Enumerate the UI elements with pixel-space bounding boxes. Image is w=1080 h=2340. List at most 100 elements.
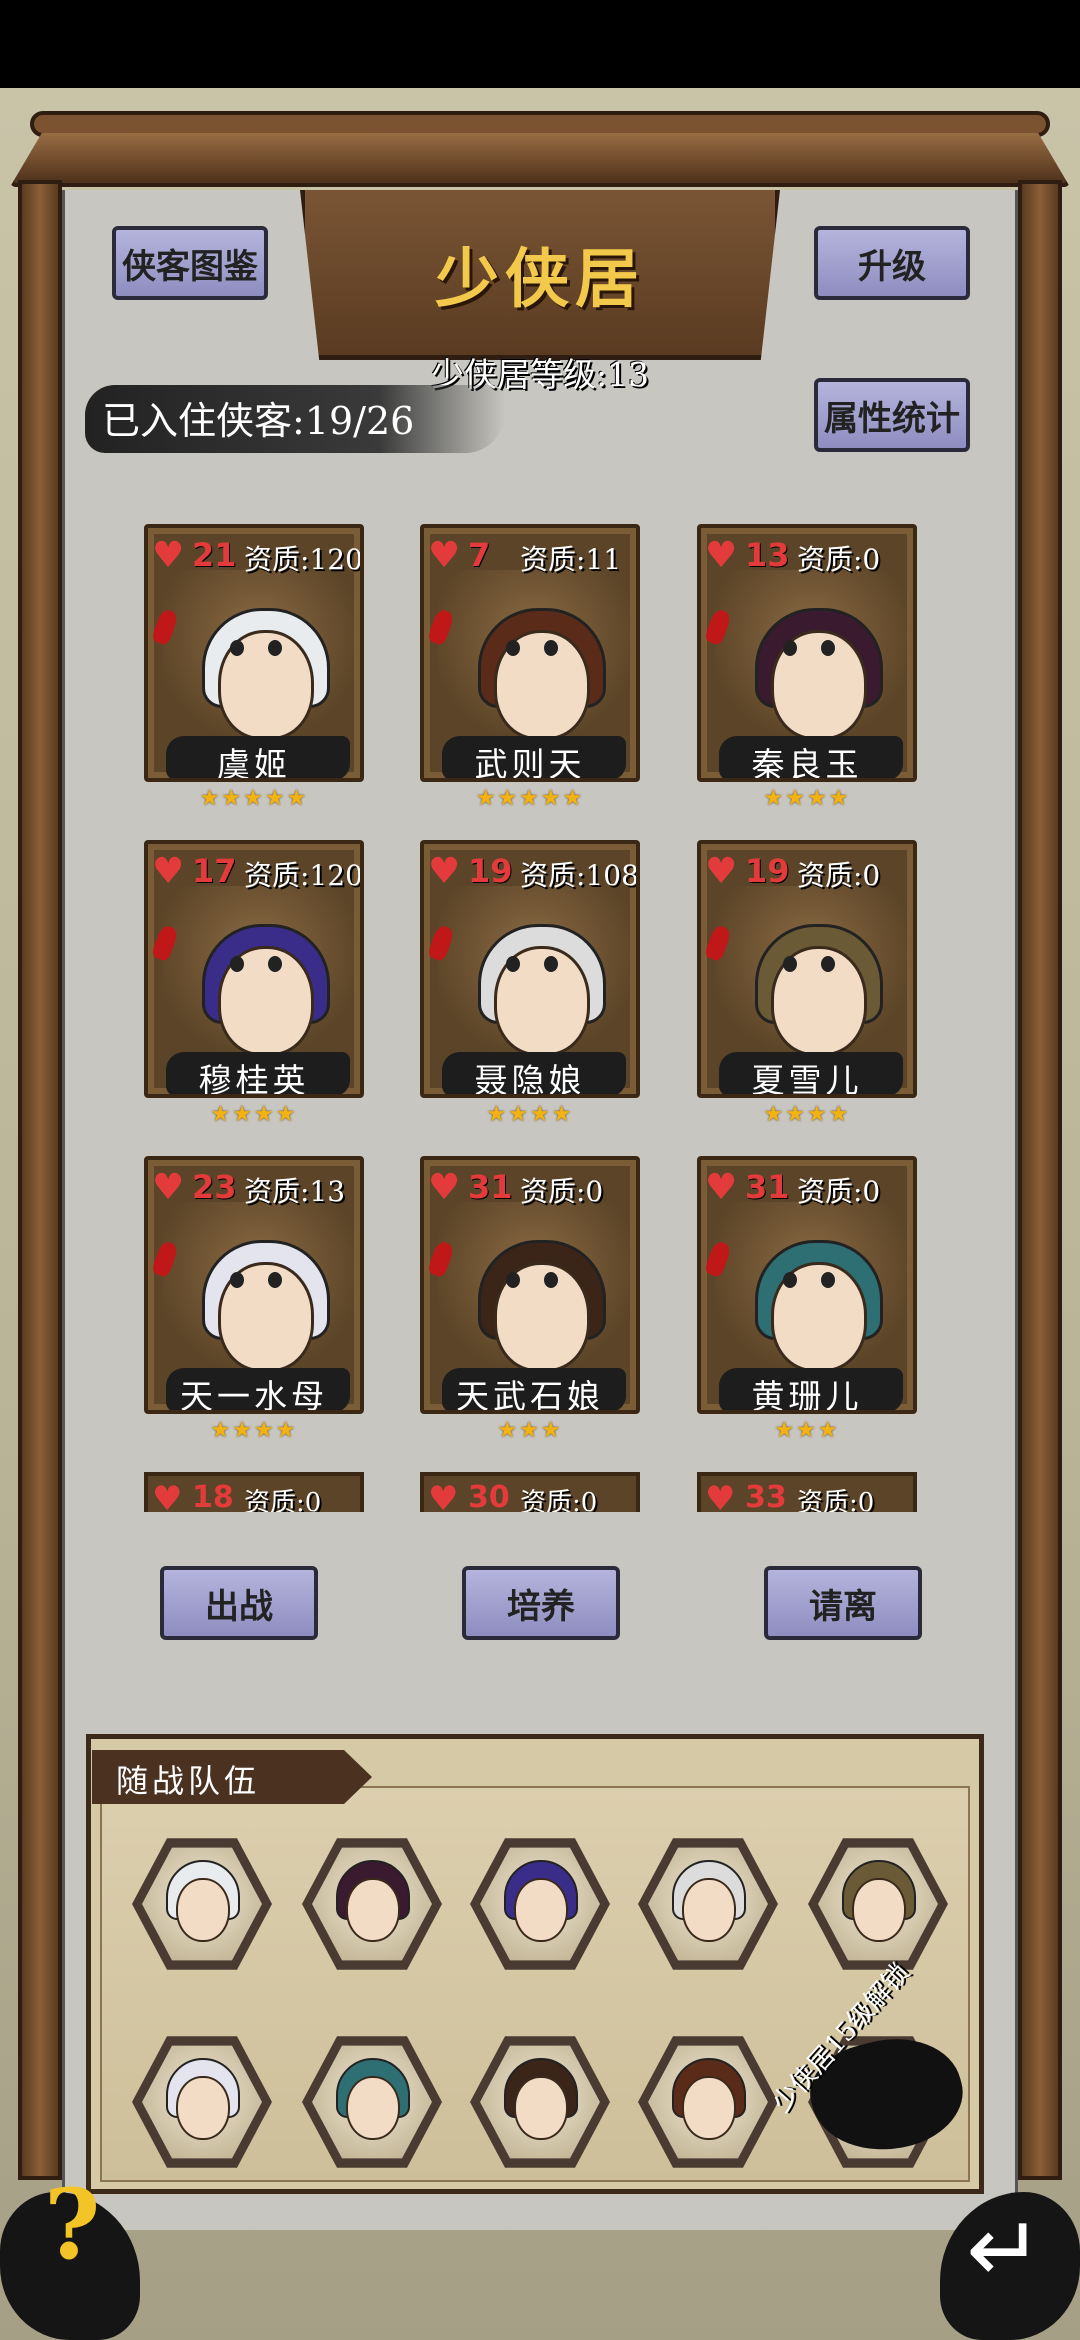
portrait	[715, 886, 907, 1056]
resident-count: 已入住侠客:19/26	[102, 399, 415, 443]
hero-aptitude: 资质:0	[797, 859, 881, 892]
hero-card[interactable]: ♥ 17 资质:120 穆桂英	[144, 840, 364, 1098]
hero-card[interactable]: ♥ 19 资质:108 聂隐娘	[420, 840, 640, 1098]
hero-name: 武则天	[474, 745, 586, 782]
train-button[interactable]: 培养	[462, 1566, 620, 1640]
portrait	[438, 1202, 630, 1372]
dismiss-button[interactable]: 请离	[764, 1566, 922, 1640]
codex-button[interactable]: 侠客图鉴	[112, 226, 268, 300]
member-face	[176, 1878, 230, 1942]
hero-hp: 7	[468, 536, 491, 574]
roof	[0, 95, 1080, 195]
member-face	[346, 1878, 400, 1942]
heart-icon: ♥	[152, 1167, 185, 1208]
hero-eye	[783, 956, 797, 972]
hero-hp: 30	[468, 1480, 510, 1512]
portrait	[162, 1202, 354, 1372]
heart-icon: ♥	[152, 1479, 183, 1512]
roof-eaves	[10, 133, 1070, 187]
upgrade-button[interactable]: 升级	[814, 226, 970, 300]
hero-card-partial[interactable]: ♥ 33 资质:0	[697, 1472, 917, 1512]
hero-card-partial[interactable]: ♥ 30 资质:0	[420, 1472, 640, 1512]
hero-eye	[268, 956, 282, 972]
hero-card[interactable]: ♥ 13 资质:0 秦良玉	[697, 524, 917, 782]
deploy-button[interactable]: 出战	[160, 1566, 318, 1640]
heart-icon: ♥	[428, 535, 461, 576]
hero-card[interactable]: ♥ 21 资质:120 虞姬	[144, 524, 364, 782]
member-face	[514, 2076, 568, 2140]
hero-eye	[821, 640, 835, 656]
hero-hp: 31	[468, 1168, 513, 1206]
heart-icon: ♥	[705, 1167, 738, 1208]
hero-card-partial[interactable]: ♥ 18 资质:0	[144, 1472, 364, 1512]
hero-eye	[268, 640, 282, 656]
hero-aptitude: 资质:108	[520, 859, 639, 892]
status-bar	[0, 0, 1080, 88]
hero-eye	[230, 640, 244, 656]
hero-eye	[544, 640, 558, 656]
hero-card[interactable]: ♥ 31 资质:0 天武石娘	[420, 1156, 640, 1414]
hero-eye	[821, 956, 835, 972]
star-rating: ★★★	[497, 1418, 563, 1443]
right-post	[1018, 180, 1062, 2180]
member-face	[682, 2076, 736, 2140]
member-face	[514, 1878, 568, 1942]
hero-name: 黄珊儿	[751, 1377, 863, 1414]
hero-eye	[506, 956, 520, 972]
hero-eye	[821, 1272, 835, 1288]
portrait	[715, 570, 907, 740]
question-mark-icon[interactable]: ?	[44, 2168, 100, 2281]
portrait	[715, 1202, 907, 1372]
hero-name: 聂隐娘	[474, 1061, 586, 1098]
heart-icon: ♥	[152, 535, 185, 576]
heart-icon: ♥	[428, 1167, 461, 1208]
member-face	[682, 1878, 736, 1942]
heart-icon: ♥	[705, 1479, 736, 1512]
hero-hp: 33	[745, 1480, 787, 1512]
star-rating: ★★★	[774, 1418, 840, 1443]
member-face	[176, 2076, 230, 2140]
hero-card[interactable]: ♥ 31 资质:0 黄珊儿	[697, 1156, 917, 1414]
return-arrow-icon[interactable]: ↵	[966, 2196, 1043, 2303]
portrait	[162, 886, 354, 1056]
heart-icon: ♥	[705, 851, 738, 892]
hero-hp: 17	[192, 852, 237, 890]
hero-eye	[506, 1272, 520, 1288]
portrait	[438, 570, 630, 740]
hero-card[interactable]: ♥ 19 资质:0 夏雪儿	[697, 840, 917, 1098]
hero-card[interactable]: ♥ 23 资质:13 天一水母	[144, 1156, 364, 1414]
portrait	[162, 570, 354, 740]
star-rating: ★★★★	[763, 1102, 851, 1127]
hero-name: 秦良玉	[751, 745, 863, 782]
hero-aptitude: 资质:0	[520, 1488, 598, 1512]
hero-aptitude: 资质:11	[520, 543, 622, 576]
hero-name: 穆桂英	[198, 1061, 310, 1098]
hero-eye	[230, 956, 244, 972]
portrait	[438, 886, 630, 1056]
hero-hp: 23	[192, 1168, 237, 1206]
hero-card[interactable]: ♥ 7 资质:11 武则天	[420, 524, 640, 782]
heart-icon: ♥	[152, 851, 185, 892]
hero-eye	[544, 956, 558, 972]
hero-aptitude: 资质:0	[520, 1175, 604, 1208]
hero-aptitude: 资质:0	[244, 1488, 322, 1512]
star-rating: ★★★★★	[199, 786, 309, 811]
star-rating: ★★★★	[210, 1102, 298, 1127]
hero-hp: 18	[192, 1480, 234, 1512]
page-title: 少侠居	[435, 242, 645, 317]
stats-button[interactable]: 属性统计	[814, 378, 970, 452]
hero-eye	[268, 1272, 282, 1288]
heart-icon: ♥	[705, 535, 738, 576]
hero-hp: 13	[745, 536, 790, 574]
team-title: 随战队伍	[116, 1762, 261, 1800]
hero-hp: 21	[192, 536, 237, 574]
hero-name: 虞姬	[217, 745, 291, 782]
hero-eye	[544, 1272, 558, 1288]
hero-eye	[783, 1272, 797, 1288]
member-face	[346, 2076, 400, 2140]
hero-aptitude: 资质:0	[797, 543, 881, 576]
left-post	[18, 180, 62, 2180]
star-rating: ★★★★	[486, 1102, 574, 1127]
hero-hp: 31	[745, 1168, 790, 1206]
hero-name: 夏雪儿	[751, 1061, 863, 1098]
